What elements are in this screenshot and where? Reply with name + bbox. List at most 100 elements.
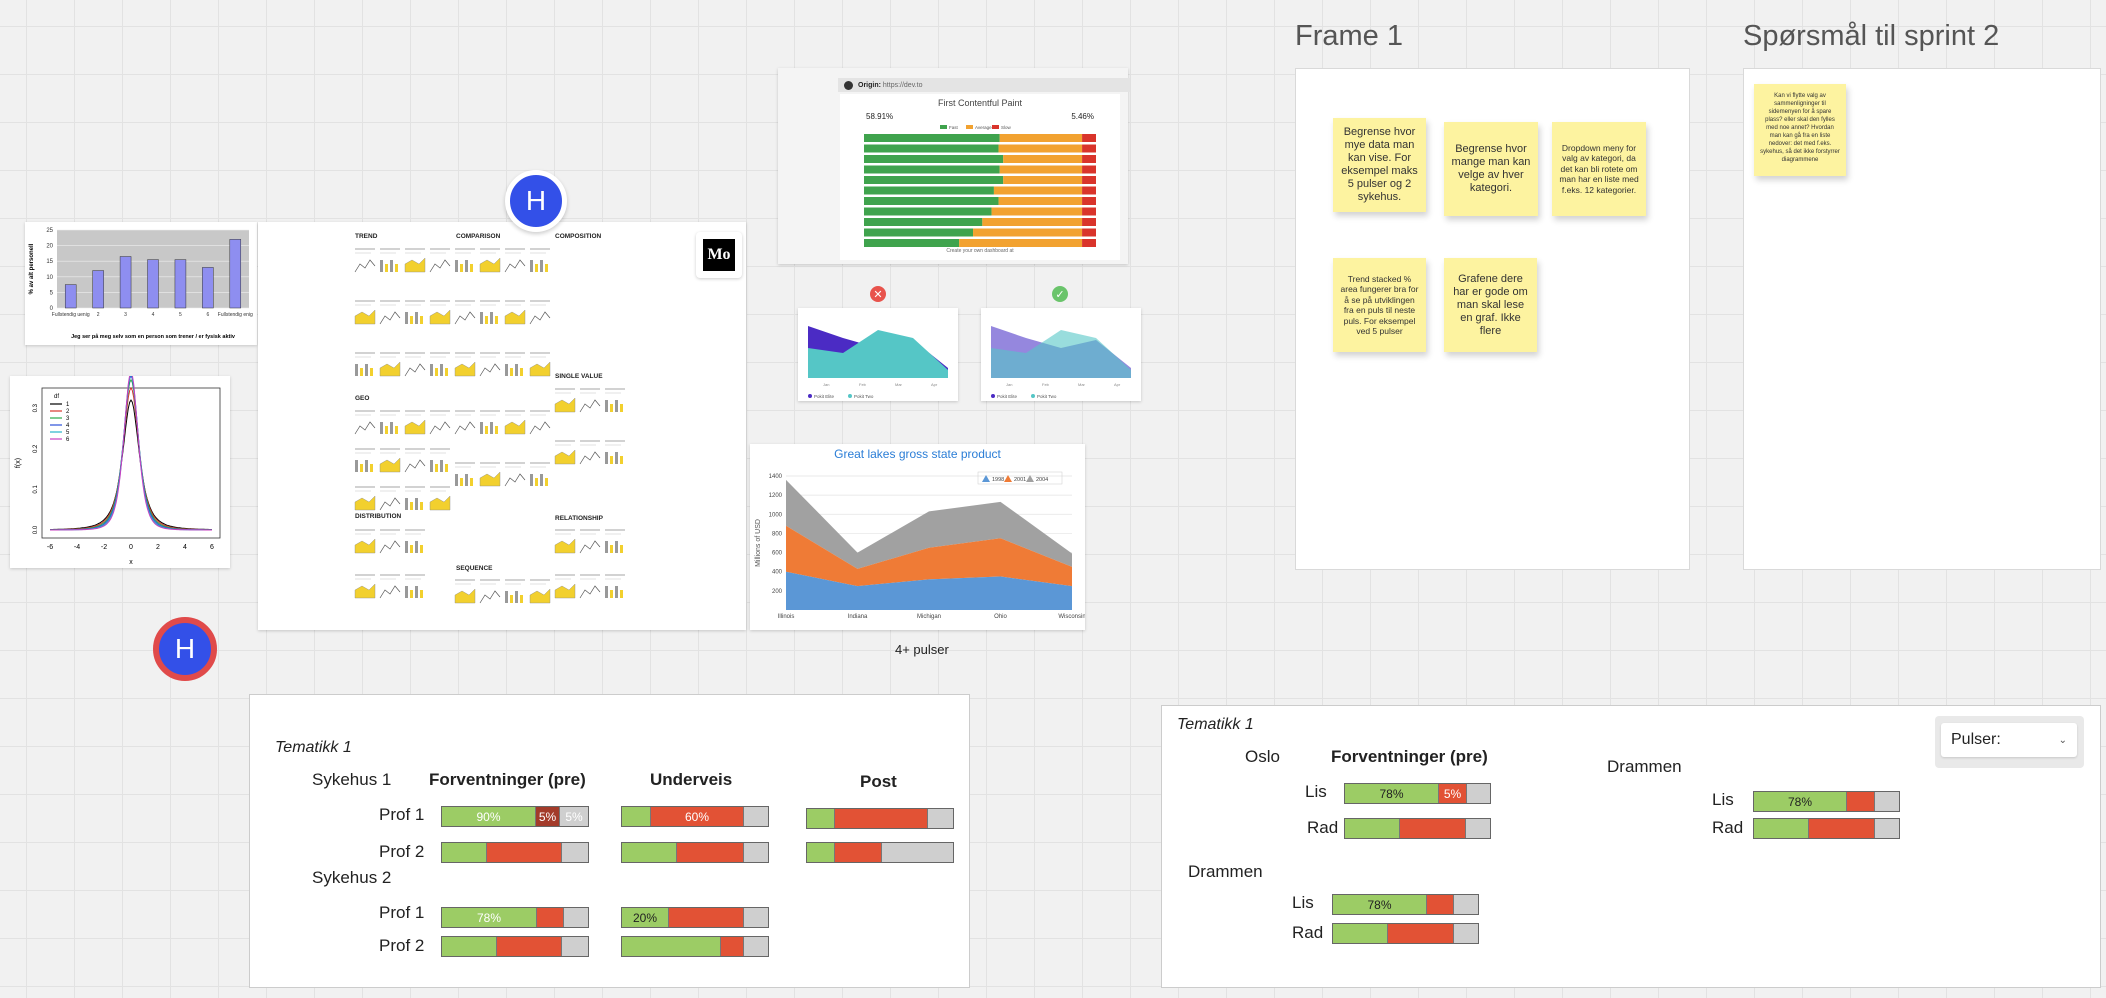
stacked-bar[interactable]: 78%	[441, 907, 589, 928]
chart-type-thumb	[470, 478, 473, 486]
chart-type-thumb	[465, 260, 468, 272]
fcp-segment-average	[998, 197, 1083, 205]
chart-type-thumb	[480, 422, 483, 434]
chart-type-thumb	[529, 421, 551, 435]
bar-segment-neutral	[743, 843, 768, 862]
section-heading: COMPARISON	[456, 233, 501, 240]
fcp-segment-average	[1003, 176, 1083, 184]
chart-type-thumb	[620, 456, 623, 464]
stacked-bar[interactable]	[621, 842, 769, 863]
city-label: Drammen	[1188, 862, 1263, 881]
sticky-note[interactable]: Begrense hvor mye data man kan vise. For…	[1333, 118, 1426, 212]
x-tick-label: -6	[47, 544, 53, 551]
bar	[92, 270, 104, 309]
sticky-note[interactable]: Kan vi flytte valg av sammenligninger ti…	[1754, 84, 1846, 176]
fcp-segment-slow	[1082, 207, 1096, 216]
area-chart-good[interactable]: Jan Feb Mar Apr Pokit Elite Pokit Two	[981, 308, 1141, 401]
panel-title: Tematikk 1	[1177, 716, 1254, 733]
tematikk-panel-left[interactable]	[249, 694, 970, 988]
chart-type-thumb	[605, 586, 608, 598]
chart-type-thumb	[605, 452, 608, 464]
fcp-segment-average	[973, 228, 1083, 237]
sticky-note[interactable]: Dropdown meny for valg av kategori, da d…	[1552, 122, 1646, 216]
stacked-bar[interactable]: 90% 5% 5%	[441, 806, 589, 827]
chart-type-thumb	[520, 368, 523, 376]
area-chart-transparent: Jan Feb Mar Apr Pokit Elite Pokit Two	[991, 326, 1131, 399]
chart-type-thumb	[530, 260, 533, 272]
chart-types-poster[interactable]: TREND COMPARISON COMPOSITION GEO SINGLE VALU…	[258, 222, 746, 630]
stacked-bar[interactable]	[441, 936, 589, 957]
x-tick-label: Indiana	[848, 614, 868, 620]
chart-type-thumb	[379, 540, 401, 554]
stacked-bar[interactable]: 60%	[621, 806, 769, 827]
stacked-bar[interactable]	[806, 842, 954, 863]
stacked-bar[interactable]: 78%	[1753, 791, 1900, 812]
fcp-segment-average	[999, 134, 1083, 142]
chart-type-thumb	[404, 363, 426, 377]
bar-segment-negative: 5%	[1438, 784, 1466, 803]
chart-type-thumb	[615, 400, 618, 412]
chart-type-thumb	[405, 498, 408, 510]
stacked-bar[interactable]: 20%	[621, 907, 769, 928]
frame1-title[interactable]: Frame 1	[1295, 20, 1403, 53]
chart-type-thumb	[385, 264, 388, 272]
fcp-segment-fast	[864, 186, 994, 195]
chart-type-thumb	[454, 421, 476, 435]
chart-type-thumb	[390, 422, 393, 434]
bar-chart-card[interactable]: 0 5 10 15 20 25 Fullstendig uenig 2 3 4 5 6 Fullsten…	[25, 222, 257, 345]
sticky-note[interactable]: Begrense hvor mange man kan velge av hve…	[1444, 122, 1538, 216]
y-axis-label: Millions of USD	[755, 519, 762, 567]
bar	[229, 239, 242, 309]
stacked-bar[interactable]: 78% 5%	[1344, 783, 1491, 804]
chrome-icon	[844, 80, 853, 90]
area-chart-overlap: Jan Feb Mar Apr Pokit Elite Pokit Two	[808, 326, 948, 399]
bar-segment-positive	[807, 843, 834, 862]
chart-type-thumb	[354, 259, 376, 273]
y-tick-label: 10	[46, 275, 53, 281]
row-label: Rad	[1712, 818, 1744, 837]
pulser-dropdown[interactable]: Pulser: ⌄	[1941, 723, 2077, 757]
chart-type-thumb	[420, 590, 423, 598]
x-tick-label: Illinois	[778, 614, 795, 620]
stacked-bar[interactable]	[806, 808, 954, 829]
stacked-bar[interactable]	[441, 842, 589, 863]
chart-type-thumb	[440, 460, 443, 472]
fcp-card[interactable]: Origin: https://dev.to First Contentful …	[778, 68, 1130, 264]
chart-type-thumb	[504, 473, 526, 487]
great-lakes-chart-card[interactable]: Great lakes gross state product 200 400 60…	[750, 444, 1085, 630]
fcp-origin-bar: Origin: https://dev.to	[838, 78, 1130, 92]
x-tick-label: Feb	[859, 382, 867, 387]
y-tick-label: 0.0	[33, 525, 39, 534]
fcp-segment-slow	[1082, 197, 1096, 205]
bar-segment-negative	[1846, 792, 1874, 811]
legend-label: Slow	[1001, 125, 1012, 130]
stacked-bar[interactable]	[1344, 818, 1491, 839]
stacked-bar[interactable]	[1753, 818, 1900, 839]
user-avatar-comment[interactable]: H	[153, 617, 217, 681]
user-avatar[interactable]: H	[505, 170, 567, 232]
bar-segment-positive	[1754, 819, 1808, 838]
area-chart-bad[interactable]: Jan Feb Mar Apr Pokit Elite Pokit Two	[798, 308, 958, 401]
chart-type-thumb	[529, 311, 551, 325]
row-label: Prof 1	[379, 805, 425, 824]
frame2-title[interactable]: Spørsmål til sprint 2	[1743, 20, 1999, 53]
fcp-segment-slow	[1082, 165, 1096, 174]
chart-type-thumb	[615, 541, 618, 553]
chart-type-thumb	[455, 474, 458, 486]
density-plot-card[interactable]: -6 -4 -2 0 2 4 6 0.0 0.1 0.2 0.3 f(x) x df 1 2 3 4 5 6	[10, 376, 230, 568]
sticky-note[interactable]: Trend stacked % area fungerer bra for å …	[1333, 258, 1426, 352]
stacked-bar[interactable]: 78%	[1332, 894, 1479, 915]
fcp-segment-slow	[1082, 228, 1096, 237]
bar	[64, 284, 77, 309]
section-heading: GEO	[355, 395, 369, 402]
x-tick-label: Fullstendig enig	[218, 312, 253, 318]
stacked-bar[interactable]	[621, 936, 769, 957]
column-header-pre: Forventninger (pre)	[429, 770, 586, 789]
chart-type-thumb	[455, 260, 458, 272]
panel-title: Tematikk 1	[275, 739, 352, 756]
stacked-bar[interactable]	[1332, 923, 1479, 944]
chart-type-thumb	[354, 583, 376, 599]
sticky-note[interactable]: Grafene dere har er gode om man skal les…	[1444, 258, 1537, 352]
chart-type-thumb	[515, 364, 518, 376]
chart-type-thumb	[510, 368, 513, 376]
